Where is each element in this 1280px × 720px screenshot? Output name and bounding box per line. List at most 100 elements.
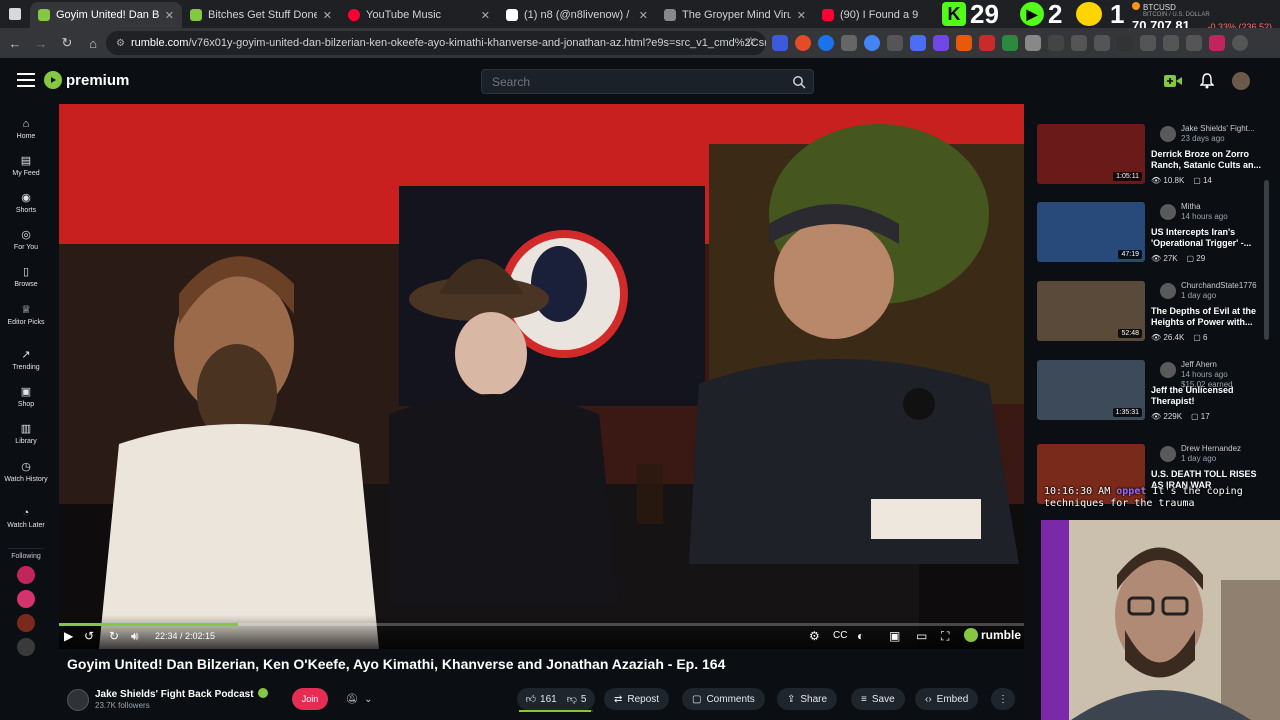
extension-icon[interactable] xyxy=(1002,35,1018,51)
channel-avatar[interactable] xyxy=(1160,362,1176,378)
nav-item-browse[interactable]: ▯ Browse xyxy=(0,252,52,289)
theater-mode-icon[interactable]: ▭ xyxy=(916,629,927,643)
forward-icon[interactable]: ↻ xyxy=(109,629,119,643)
nav-item-trending[interactable]: ↗ Trending xyxy=(0,335,52,372)
bookmark-star-icon[interactable]: ☆ xyxy=(745,34,757,50)
close-icon[interactable]: ✕ xyxy=(323,9,332,22)
channel-avatar[interactable] xyxy=(1160,446,1176,462)
notifications-bell-icon[interactable] xyxy=(1200,73,1214,89)
recommended-video[interactable]: 52:48 ChurchandState1776 1 day ago The Dept… xyxy=(1031,275,1271,345)
channel-name[interactable]: Drew Hernandez xyxy=(1181,444,1241,453)
join-button[interactable]: Join xyxy=(292,688,328,710)
recommended-video[interactable]: 1:35:31 Jeff Ahern 14 hours ago $15.02 earn… xyxy=(1031,354,1271,424)
autoplay-toggle-icon[interactable]: ◐ xyxy=(857,629,864,643)
nav-item-for-you[interactable]: ◎ For You xyxy=(0,215,52,252)
tab-3[interactable]: (1) n8 (@n8livenow) / X ✕ xyxy=(498,2,656,28)
channel-name[interactable]: ChurchandState1776 xyxy=(1181,281,1257,290)
tab-4[interactable]: The Groyper Mind Virus - n8liv ✕ xyxy=(656,2,814,28)
extension-icon[interactable] xyxy=(772,35,788,51)
video-title[interactable]: Jeff the Unlicensed Therapist! xyxy=(1151,385,1263,407)
video-thumbnail[interactable]: 1:35:31 xyxy=(1037,360,1145,420)
rumble-player-logo[interactable]: rumble xyxy=(963,628,1021,642)
tab-5[interactable]: (90) I Found a 90s Pizza Hut xyxy=(814,2,926,28)
profile-icon[interactable] xyxy=(1232,35,1248,51)
settings-icon[interactable]: ⚙ xyxy=(809,629,820,643)
rewind-icon[interactable]: ↺ xyxy=(84,629,94,643)
channel-avatar[interactable] xyxy=(67,689,89,711)
channel-name[interactable]: Jake Shields' Fight... xyxy=(1181,124,1255,133)
following-channel-avatar[interactable] xyxy=(17,638,35,656)
extension-icon[interactable] xyxy=(1186,35,1202,51)
back-icon[interactable]: ← xyxy=(4,32,26,54)
comments-button[interactable]: ▢ Comments xyxy=(682,688,765,710)
extension-icon[interactable] xyxy=(933,35,949,51)
extension-icon[interactable] xyxy=(910,35,926,51)
extension-icon[interactable] xyxy=(864,35,880,51)
extension-icon[interactable] xyxy=(979,35,995,51)
extension-icon[interactable] xyxy=(956,35,972,51)
close-icon[interactable]: ✕ xyxy=(797,9,806,22)
home-icon[interactable]: ⌂ xyxy=(82,32,104,54)
user-avatar[interactable] xyxy=(1232,72,1250,90)
share-button[interactable]: ⇪ Share xyxy=(777,688,838,710)
extension-icon[interactable] xyxy=(795,35,811,51)
video-thumbnail[interactable]: 52:48 xyxy=(1037,281,1145,341)
scrollbar[interactable] xyxy=(1264,180,1269,340)
nav-item-watch-history[interactable]: ◷ Watch History xyxy=(0,446,52,492)
video-title[interactable]: The Depths of Evil at the Heights of Pow… xyxy=(1151,306,1263,328)
extension-icon[interactable] xyxy=(1140,35,1156,51)
nav-item-library[interactable]: ▥ Library xyxy=(0,409,52,446)
following-channel-avatar[interactable] xyxy=(17,590,35,608)
extension-icon[interactable] xyxy=(1163,35,1179,51)
extension-icon[interactable] xyxy=(1094,35,1110,51)
tab-0[interactable]: Goyim United! Dan Bilzerian, K ✕ xyxy=(30,2,182,28)
channel-avatar[interactable] xyxy=(1160,126,1176,142)
fullscreen-icon[interactable]: ⛶ xyxy=(941,629,949,644)
volume-icon[interactable]: 🔊︎ xyxy=(131,629,139,644)
embed-button[interactable]: ‹› Embed xyxy=(915,688,979,710)
close-icon[interactable]: ✕ xyxy=(481,9,490,22)
search-icon[interactable] xyxy=(792,75,806,89)
recommended-video[interactable]: 47:19 Mitha 14 hours ago US Intercepts Iran… xyxy=(1031,196,1271,266)
notification-settings-button[interactable]: 🔕︎ ⌄ xyxy=(342,690,376,708)
play-icon[interactable]: ▶ xyxy=(64,629,73,643)
nav-item-shop[interactable]: ▣ Shop xyxy=(0,372,52,409)
miniplayer-icon[interactable]: ▣ xyxy=(889,629,900,643)
close-icon[interactable]: ✕ xyxy=(639,9,648,22)
nav-item-shorts[interactable]: ◉ Shorts xyxy=(0,178,52,215)
extension-icon[interactable] xyxy=(1117,35,1133,51)
extension-icon[interactable] xyxy=(887,35,903,51)
upload-video-icon[interactable] xyxy=(1164,74,1182,88)
address-bar[interactable]: ⚙ rumble.com/v76x01y-goyim-united-dan-bi… xyxy=(106,31,766,55)
forward-icon[interactable]: → xyxy=(30,32,52,54)
nav-item-home[interactable]: ⌂ Home xyxy=(0,104,52,141)
channel-name[interactable]: Jeff Ahern xyxy=(1181,360,1217,369)
recommended-video[interactable]: 1:05:11 Jake Shields' Fight... 23 days ago… xyxy=(1031,118,1271,188)
extension-icon[interactable] xyxy=(1071,35,1087,51)
save-button[interactable]: ≡ Save xyxy=(851,688,905,710)
menu-icon[interactable] xyxy=(17,73,35,87)
extension-icon[interactable] xyxy=(841,35,857,51)
progress-bar[interactable] xyxy=(59,623,1024,626)
more-options-button[interactable]: ⋮ xyxy=(991,688,1015,710)
video-thumbnail[interactable]: 1:05:11 xyxy=(1037,124,1145,184)
nav-item-editor-picks[interactable]: ♕ Editor Picks xyxy=(0,289,52,335)
channel-avatar[interactable] xyxy=(1160,283,1176,299)
extension-icon[interactable] xyxy=(818,35,834,51)
captions-icon[interactable]: CC xyxy=(833,630,847,641)
following-channel-avatar[interactable] xyxy=(17,566,35,584)
channel-name[interactable]: Mitha xyxy=(1181,202,1201,211)
video-thumbnail[interactable]: 47:19 xyxy=(1037,202,1145,262)
puzzle-icon[interactable] xyxy=(1048,35,1064,51)
reload-icon[interactable]: ↻ xyxy=(56,32,78,54)
video-title[interactable]: US Intercepts Iran's 'Operational Trigge… xyxy=(1151,227,1263,249)
video-player[interactable]: ▶ ↺ ↻ 🔊︎ 22:34 / 2:02:15 ⚙ CC ◐ ▣ ▭ ⛶ ru… xyxy=(59,104,1024,649)
nav-item-my-feed[interactable]: ▤ My Feed xyxy=(0,141,52,178)
extension-icon[interactable] xyxy=(1025,35,1041,51)
repost-button[interactable]: ⇄ Repost xyxy=(604,688,670,710)
dislike-button[interactable]: 👎︎ 5 xyxy=(567,693,587,706)
close-icon[interactable]: ✕ xyxy=(165,9,174,22)
extension-icon[interactable] xyxy=(1209,35,1225,51)
site-info-icon[interactable]: ⚙ xyxy=(116,38,125,49)
nav-item-watch-later[interactable]: ◔ Watch Later xyxy=(0,492,52,538)
